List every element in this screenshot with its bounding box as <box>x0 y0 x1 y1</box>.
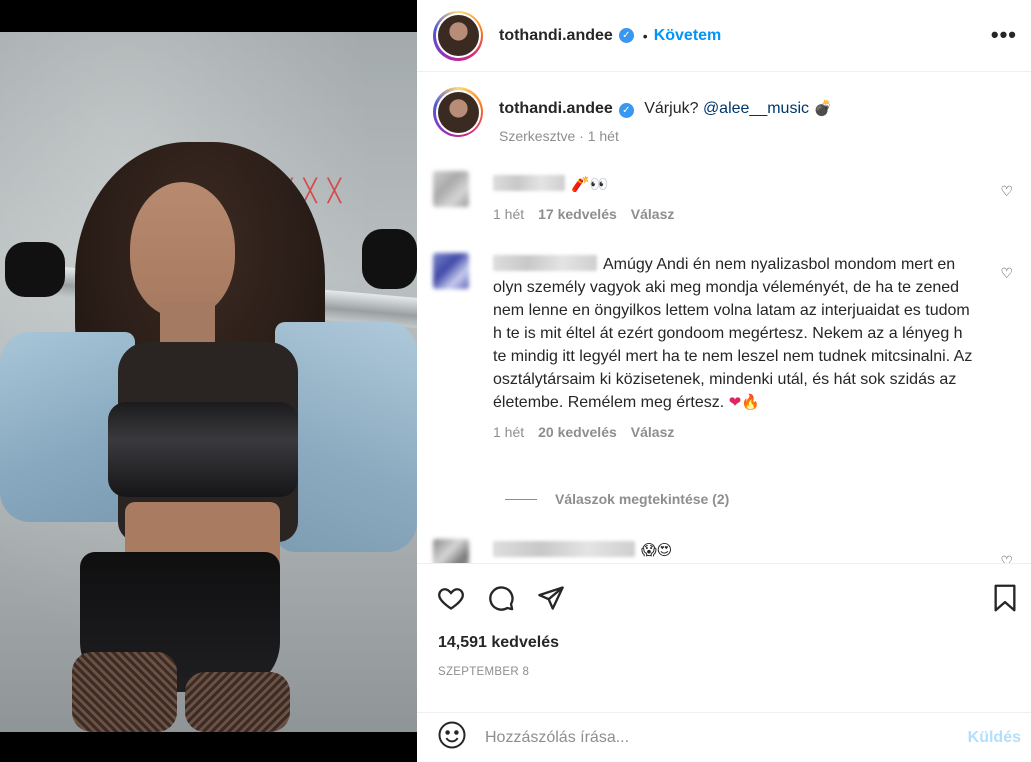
post-media-panel: ╳ ╳ ╳ ╳╳ ╳ <box>0 0 417 762</box>
comment-emoji: 😱😍 <box>641 541 673 559</box>
caption-avatar-image <box>437 91 479 133</box>
like-heart-icon[interactable] <box>433 580 469 616</box>
comment-likes[interactable]: 20 kedvelés <box>538 424 617 440</box>
photo-leg-left <box>72 652 177 732</box>
comment-avatar-blurred[interactable] <box>433 171 469 207</box>
comment-input[interactable]: Hozzászólás írása... <box>485 729 968 747</box>
comment-emoji: ❤🔥 <box>728 393 760 411</box>
post-side-panel: tothandi.andee ✓ • Követem ••• tothandi.… <box>417 0 1031 762</box>
comment-bubble-icon[interactable] <box>483 580 519 616</box>
comment-body: Amúgy Andi én nem nyalizasbol mondom mer… <box>493 253 973 440</box>
comment-username-blurred[interactable] <box>493 255 597 271</box>
comment-text: Amúgy Andi én nem nyalizasbol mondom mer… <box>493 253 973 414</box>
comment-message: Amúgy Andi én nem nyalizasbol mondom mer… <box>493 256 973 411</box>
verified-badge-icon: ✓ <box>618 28 634 43</box>
bomb-emoji-icon: 💣 <box>813 99 833 117</box>
comments-list[interactable]: tothandi.andee ✓ Várjuk? @alee__music 💣 S… <box>417 73 1031 563</box>
photo-face <box>130 182 235 317</box>
caption-text-line: tothandi.andee ✓ Várjuk? @alee__music 💣 <box>499 99 832 118</box>
comment-item: 🧨👀 1 hét 17 kedvelés Válasz ♡ <box>433 165 1023 222</box>
comment-composer: Hozzászólás írása... Küldés <box>417 712 1031 762</box>
avatar-inner <box>435 13 481 58</box>
comment-username-blurred[interactable] <box>493 541 635 557</box>
caption-avatar[interactable] <box>433 87 483 137</box>
post-date: SZEPTEMBER 8 <box>438 666 530 678</box>
view-replies-button[interactable]: Válaszok megtekintése (2) <box>505 491 729 507</box>
comment-text: 🧨👀 <box>493 173 973 196</box>
comment-body: 🧨👀 1 hét 17 kedvelés Válasz <box>493 165 973 222</box>
caption-meta-dot: · <box>579 128 588 144</box>
post-actions: 14,591 kedvelés SZEPTEMBER 8 <box>417 563 1031 713</box>
comment-like-heart-icon[interactable]: ♡ <box>1000 265 1013 282</box>
comment-avatar-blurred[interactable] <box>433 539 469 563</box>
view-replies-label: Válaszok megtekintése (2) <box>555 491 730 507</box>
post-photo[interactable]: ╳ ╳ ╳ ╳╳ ╳ <box>0 32 417 732</box>
photo-top <box>108 402 298 497</box>
action-icons <box>433 580 569 616</box>
caption-username[interactable]: tothandi.andee <box>499 100 613 117</box>
photo-neck <box>160 302 215 347</box>
comment-like-heart-icon[interactable]: ♡ <box>1000 553 1013 563</box>
header-username[interactable]: tothandi.andee <box>499 27 613 45</box>
comment-item: Amúgy Andi én nem nyalizasbol mondom mer… <box>433 253 1023 440</box>
comment-likes[interactable]: 17 kedvelés <box>538 206 617 222</box>
comment-body: 😱😍 <box>493 539 973 563</box>
caption-text: Várjuk? <box>644 100 699 117</box>
photo-glove-right <box>362 229 417 289</box>
photo-leg-right <box>185 672 290 732</box>
comment-item: 😱😍 ♡ <box>433 539 1023 563</box>
caption-body: tothandi.andee ✓ Várjuk? @alee__music 💣 S… <box>499 99 832 144</box>
follow-button[interactable]: Követem <box>654 27 722 45</box>
comment-meta: 1 hét 20 kedvelés Válasz <box>493 424 973 440</box>
share-paper-plane-icon[interactable] <box>533 580 569 616</box>
caption-verified-icon: ✓ <box>618 103 634 118</box>
comment-time: 1 hét <box>493 424 525 440</box>
avatar[interactable] <box>433 10 483 61</box>
post-comment-button[interactable]: Küldés <box>968 729 1021 747</box>
emoji-picker-icon[interactable] <box>437 720 467 755</box>
comment-emoji: 🧨👀 <box>571 175 609 193</box>
save-bookmark-icon[interactable] <box>987 580 1023 616</box>
caption-edited-label: Szerkesztve <box>499 128 576 144</box>
separator-dot: • <box>642 27 648 44</box>
avatar-image <box>437 15 479 56</box>
comment-avatar-blurred[interactable] <box>433 253 469 289</box>
comment-time: 1 hét <box>493 206 525 222</box>
comment-text: 😱😍 <box>493 539 973 562</box>
comment-like-heart-icon[interactable]: ♡ <box>1000 183 1013 200</box>
caption-meta: Szerkesztve · 1 hét <box>499 128 832 144</box>
comment-username-blurred[interactable] <box>493 175 565 191</box>
photo-glove-left <box>5 242 65 297</box>
comment-meta: 1 hét 17 kedvelés Válasz <box>493 206 973 222</box>
caption-time: 1 hét <box>587 128 619 144</box>
post-header: tothandi.andee ✓ • Követem ••• <box>417 0 1031 72</box>
likes-count[interactable]: 14,591 kedvelés <box>438 634 559 652</box>
comment-reply-button[interactable]: Válasz <box>631 424 675 440</box>
comment-reply-button[interactable]: Válasz <box>631 206 675 222</box>
more-options-icon[interactable]: ••• <box>991 22 1017 48</box>
caption-avatar-inner <box>435 89 481 135</box>
caption-mention-link[interactable]: @alee__music <box>703 100 809 117</box>
view-replies-line <box>505 498 537 500</box>
caption: tothandi.andee ✓ Várjuk? @alee__music 💣 S… <box>433 87 832 144</box>
